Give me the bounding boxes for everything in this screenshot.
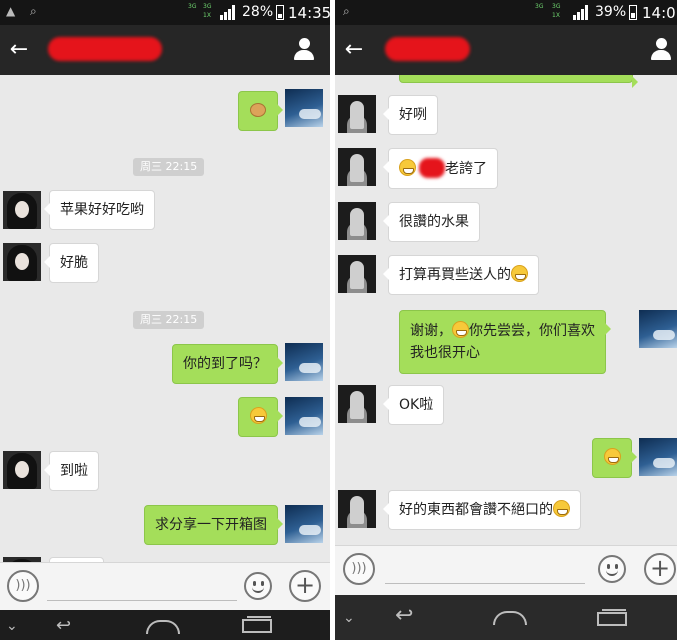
grin-emoji-icon <box>511 265 528 282</box>
back-arrow-icon[interactable]: ← <box>8 37 30 63</box>
avatar-contact[interactable] <box>3 243 41 281</box>
nav-recent-icon[interactable] <box>242 616 272 633</box>
nav-recent-icon[interactable] <box>597 609 627 626</box>
smile-icon[interactable] <box>598 555 626 583</box>
avatar-contact[interactable] <box>3 191 41 229</box>
redacted-contact-name <box>48 37 162 61</box>
network-type: 3G <box>552 3 561 10</box>
cookie-emoji-icon <box>250 103 266 117</box>
input-bar: ))) + <box>0 562 330 610</box>
network-type: 1X <box>203 12 211 19</box>
avatar-contact[interactable] <box>338 255 376 293</box>
avatar-self[interactable] <box>639 310 677 348</box>
search-icon: ⌕ <box>30 4 37 18</box>
message-text: 我也很开心 <box>410 345 480 361</box>
network-type: 1X <box>552 12 560 19</box>
message-input[interactable] <box>47 571 237 601</box>
nav-home-icon[interactable] <box>493 611 527 625</box>
voice-icon[interactable]: ))) <box>7 570 39 602</box>
avatar-self[interactable] <box>285 343 323 381</box>
message-bubble-out[interactable] <box>399 75 638 88</box>
message-text: 你先尝尝，你们喜欢 <box>469 323 595 339</box>
message-bubble-out[interactable] <box>238 91 283 131</box>
avatar-self[interactable] <box>639 438 677 476</box>
smug-emoji-icon <box>553 500 570 517</box>
avatar-contact[interactable] <box>338 202 376 240</box>
chevron-down-icon[interactable]: ⌄ <box>343 609 355 627</box>
message-bubble-out[interactable]: 求分享一下开箱图 <box>144 505 283 545</box>
system-nav-bar: ⌄ ↩ <box>335 595 677 640</box>
message-bubble-in[interactable]: 好的東西都會讚不絕口的 <box>383 490 581 530</box>
message-bubble-out[interactable] <box>592 438 637 478</box>
back-arrow-icon[interactable]: ← <box>343 37 365 63</box>
message-bubble-in[interactable]: 打算再買些送人的 <box>383 255 539 295</box>
message-bubble-in[interactable]: 很讚的水果 <box>383 202 480 242</box>
person-icon[interactable] <box>650 38 672 62</box>
plus-icon[interactable]: + <box>289 570 321 602</box>
search-icon: ⌕ <box>343 4 350 18</box>
redacted-contact-name <box>385 37 470 61</box>
network-type: 3G <box>188 3 197 10</box>
message-bubble-out[interactable]: 你的到了吗？ <box>172 344 283 384</box>
avatar-contact[interactable] <box>338 95 376 133</box>
grin-emoji-icon <box>249 407 267 424</box>
gallery-icon: ▲ <box>6 4 16 18</box>
battery-percent: 39% <box>595 4 627 20</box>
message-bubble-out[interactable] <box>238 397 283 437</box>
system-nav-bar: ⌄ ↩ <box>0 610 330 640</box>
clock: 14:0 <box>642 4 676 22</box>
avatar-contact[interactable] <box>338 385 376 423</box>
chat-title-bar: ← <box>335 25 677 75</box>
nav-back-icon[interactable]: ↩ <box>395 605 413 627</box>
battery-icon <box>629 5 637 20</box>
redacted-name <box>419 158 445 178</box>
avatar-contact[interactable] <box>338 148 376 186</box>
signal-icon <box>573 5 589 20</box>
chevron-down-icon[interactable]: ⌄ <box>6 617 18 635</box>
status-bar: ⌕ 3G 3G 1X 39% 14:0 <box>335 0 677 25</box>
person-icon[interactable] <box>293 38 315 62</box>
message-bubble-in[interactable]: 苹果好好吃哟 <box>44 190 155 230</box>
message-bubble-in[interactable]: OK啦 <box>382 385 445 425</box>
voice-icon[interactable]: ))) <box>343 553 375 585</box>
avatar-self[interactable] <box>285 397 323 435</box>
message-input[interactable] <box>385 554 585 584</box>
input-bar: ))) + <box>335 545 677 595</box>
message-text: 谢谢， <box>410 323 452 339</box>
signal-icon <box>220 5 236 20</box>
chat-title-bar: ← <box>0 25 330 75</box>
message-bubble-in[interactable]: 好脆 <box>44 243 99 283</box>
avatar-self[interactable] <box>285 505 323 543</box>
grin-emoji-icon <box>603 448 621 465</box>
message-list[interactable]: 周三 22:15 苹果好好吃哟 好脆 周三 22:15 你的到了吗？ 到啦 求分… <box>0 75 330 562</box>
avatar-self[interactable] <box>285 89 323 127</box>
battery-icon <box>276 5 284 20</box>
message-text: 打算再買些送人的 <box>399 267 511 283</box>
status-bar: ▲ ⌕ 3G 3G 1X 28% 14:35 <box>0 0 330 25</box>
avatar-contact[interactable] <box>3 451 41 489</box>
timestamp: 周三 22:15 <box>133 158 205 176</box>
left-chat-screen: ▲ ⌕ 3G 3G 1X 28% 14:35 ← 周三 22:15 苹果好好吃哟… <box>0 0 330 640</box>
battery-percent: 28% <box>242 4 274 20</box>
grin-emoji-icon <box>452 321 469 338</box>
network-type: 3G <box>535 3 544 10</box>
nav-back-icon[interactable]: ↩ <box>56 617 71 635</box>
message-bubble-out[interactable]: 谢谢， 你先尝尝，你们喜欢 我也很开心 <box>399 310 611 374</box>
timestamp: 周三 22:15 <box>133 311 205 329</box>
network-type: 3G <box>203 3 212 10</box>
message-text: 好的東西都會讚不絕口的 <box>399 502 553 518</box>
right-chat-screen: ⌕ 3G 3G 1X 39% 14:0 ← 好咧 老誇了 很讚的水果 打算再買些 <box>335 0 677 640</box>
message-bubble-in[interactable]: 好咧 <box>383 95 438 135</box>
message-list[interactable]: 好咧 老誇了 很讚的水果 打算再買些送人的 谢谢， 你先尝尝，你们喜欢 我也很开心… <box>335 75 677 562</box>
plus-icon[interactable]: + <box>644 553 676 585</box>
laugh-emoji-icon <box>399 159 416 176</box>
avatar-contact[interactable] <box>338 490 376 528</box>
message-bubble-in[interactable]: 老誇了 <box>383 148 498 189</box>
nav-home-icon[interactable] <box>146 620 180 634</box>
message-bubble-in[interactable]: 到啦 <box>44 451 99 491</box>
message-text: 老誇了 <box>445 161 487 177</box>
smile-icon[interactable] <box>244 572 272 600</box>
clock: 14:35 <box>288 4 330 22</box>
